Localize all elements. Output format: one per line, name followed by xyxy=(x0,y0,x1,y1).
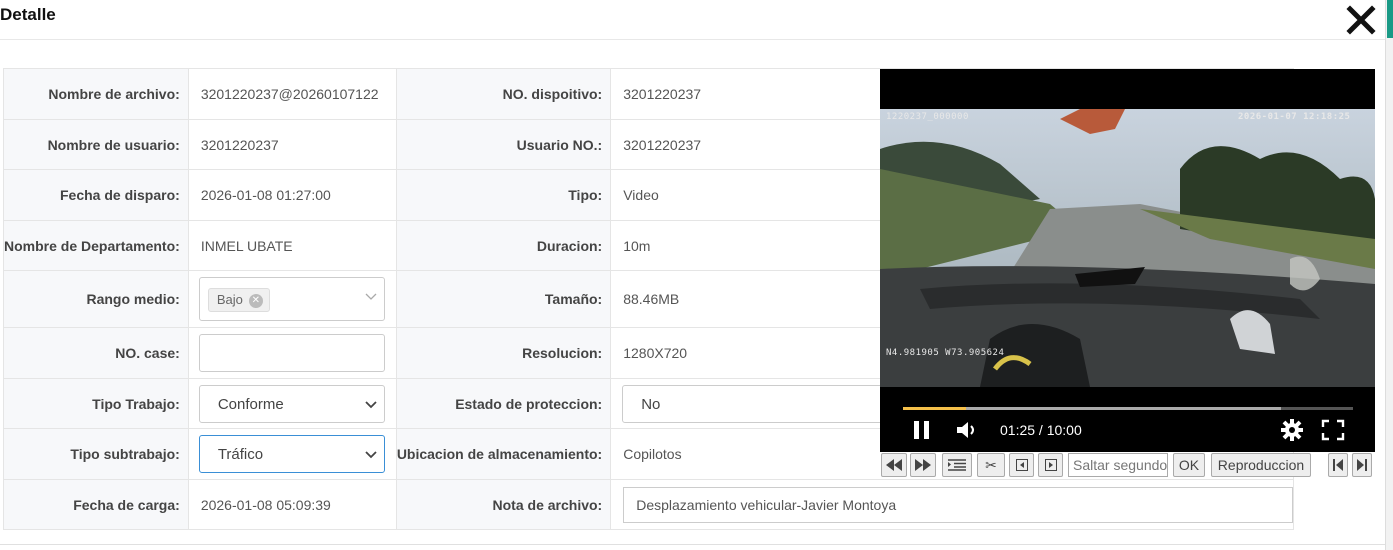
label-rango-medio: Rango medio: xyxy=(3,270,189,328)
scrollbar[interactable] xyxy=(1385,0,1393,550)
osd-id: 1220237_000000 xyxy=(886,112,969,122)
skip-start-icon[interactable] xyxy=(1328,453,1348,477)
value-fecha-carga: 2026-01-08 05:09:39 xyxy=(187,479,397,530)
rango-tag: Bajo ✕ xyxy=(207,288,270,312)
dialog-header: Detalle xyxy=(0,0,1393,40)
video-player[interactable]: 1220237_000000 2026-01-07 12:18:25 N4.98… xyxy=(880,69,1375,452)
label-nota-archivo: Nota de archivo: xyxy=(395,479,612,530)
value-nombre-archivo: 3201220237@20260107122 xyxy=(200,86,379,102)
playback-button[interactable]: Reproduccion xyxy=(1211,453,1311,477)
label-tipo: Tipo: xyxy=(395,169,612,221)
tipo-trabajo-select[interactable]: Conforme xyxy=(198,384,385,423)
osd-timestamp: 2026-01-07 12:18:25 xyxy=(1238,112,1351,122)
label-tipo-trabajo: Tipo Trabajo: xyxy=(3,378,189,429)
tag-remove-icon[interactable]: ✕ xyxy=(248,293,263,308)
seek-seconds-input[interactable]: Saltar segundos xyxy=(1068,453,1168,477)
fast-forward-icon[interactable] xyxy=(910,453,936,477)
label-estado-proteccion: Estado de proteccion: xyxy=(395,378,612,429)
label-no-dispositivo: NO. dispoitivo: xyxy=(395,68,612,120)
close-icon[interactable] xyxy=(1346,5,1378,35)
label-ubicacion: Ubicacion de almacenamiento: xyxy=(395,428,612,480)
settings-gear-icon[interactable] xyxy=(1280,418,1304,442)
player-toolbar: ✂ Saltar segundos OK Reproduccion xyxy=(880,452,1375,479)
progress-bar[interactable] xyxy=(903,407,1353,410)
label-fecha-disparo: Fecha de disparo: xyxy=(3,169,189,221)
list-icon[interactable] xyxy=(942,453,972,477)
video-controls: 01:25 / 10:00 xyxy=(880,387,1375,452)
chevron-down-icon xyxy=(365,400,377,408)
time-display: 01:25 / 10:00 xyxy=(1000,422,1082,438)
skip-end-icon[interactable] xyxy=(1352,453,1372,477)
pause-icon[interactable] xyxy=(913,420,931,440)
scrollbar-thumb[interactable] xyxy=(1387,0,1393,38)
ok-button[interactable]: OK xyxy=(1173,453,1205,477)
label-fecha-carga: Fecha de carga: xyxy=(3,479,189,530)
rewind-icon[interactable] xyxy=(881,453,907,477)
next-frame-icon[interactable] xyxy=(1038,453,1063,477)
label-tamano: Tamaño: xyxy=(395,270,612,328)
label-departamento: Nombre de Departamento: xyxy=(3,220,189,271)
nota-archivo-input[interactable]: Desplazamiento vehicular-Javier Montoya xyxy=(623,486,1294,523)
progress-fill xyxy=(903,407,966,410)
value-nombre-usuario: 3201220237 xyxy=(187,119,397,170)
no-case-input[interactable] xyxy=(198,334,385,372)
label-usuario-no: Usuario NO.: xyxy=(395,119,612,170)
chevron-down-icon xyxy=(365,451,377,459)
prev-frame-icon[interactable] xyxy=(1009,453,1034,477)
value-fecha-disparo: 2026-01-08 01:27:00 xyxy=(187,169,397,221)
osd-gps: N4.981905 W73.905624 xyxy=(886,348,1005,358)
volume-icon[interactable] xyxy=(956,421,978,439)
chevron-down-icon xyxy=(365,293,377,300)
label-resolucion: Resolucion: xyxy=(395,327,612,379)
value-departamento: INMEL UBATE xyxy=(187,220,397,271)
scissors-icon[interactable]: ✂ xyxy=(977,453,1005,477)
label-nombre-usuario: Nombre de usuario: xyxy=(3,119,189,170)
divider xyxy=(0,544,1385,545)
video-frame xyxy=(880,109,1375,387)
label-duracion: Duracion: xyxy=(395,220,612,271)
label-tipo-subtrabajo: Tipo subtrabajo: xyxy=(3,428,189,480)
label-nombre-archivo: Nombre de archivo: xyxy=(3,68,189,120)
tipo-subtrabajo-select[interactable]: Tráfico xyxy=(198,435,385,473)
label-no-case: NO. case: xyxy=(3,327,189,379)
fullscreen-icon[interactable] xyxy=(1321,419,1345,441)
dialog-title: Detalle xyxy=(0,5,56,24)
rango-tag-label: Bajo xyxy=(216,292,243,307)
rango-medio-select[interactable]: Bajo ✕ xyxy=(198,277,385,321)
